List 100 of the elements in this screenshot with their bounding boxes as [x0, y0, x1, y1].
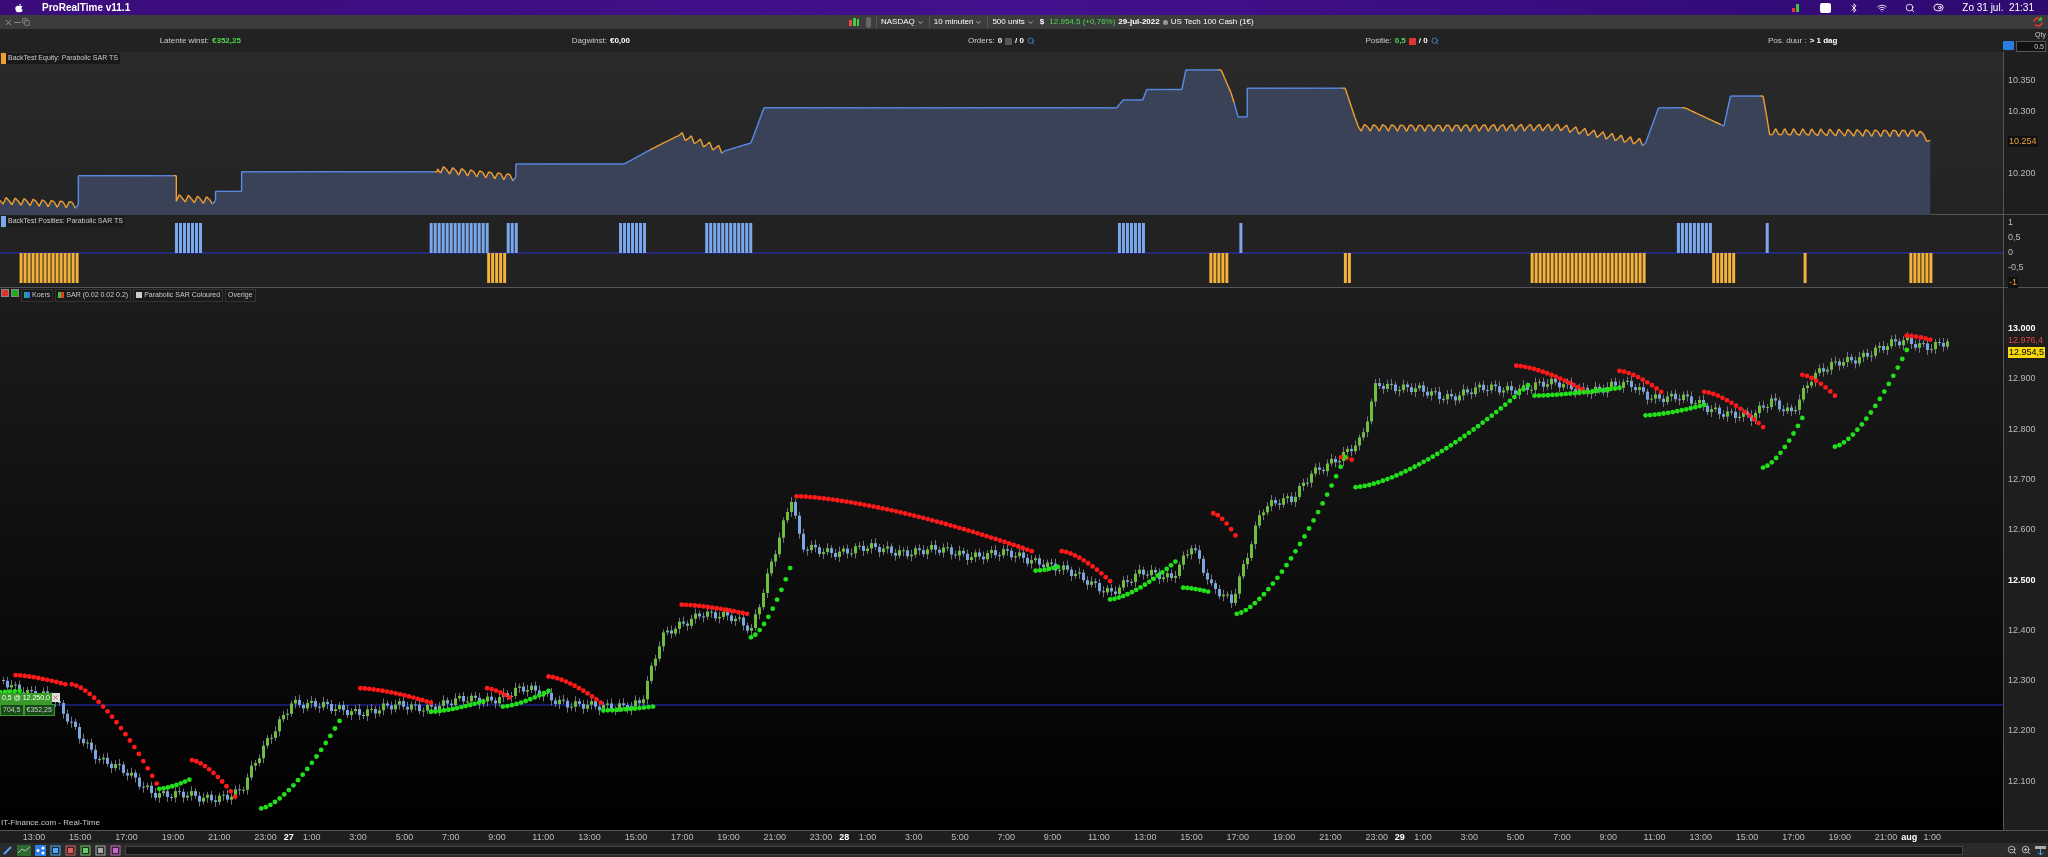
axis-label: 10.254 [2008, 136, 2038, 147]
time-axis-label: 7:00 [1553, 831, 1571, 844]
time-axis-label: 13:00 [22, 831, 46, 844]
time-axis-label: 9:00 [1043, 831, 1062, 844]
time-axis-label: 15:00 [624, 831, 648, 844]
time-axis-label: aug [1901, 831, 1918, 844]
instrument-name: US Tech 100 Cash (1€) [1170, 16, 1254, 28]
axis-label: 12.600 [2008, 524, 2036, 536]
time-axis-label: 5:00 [1506, 831, 1525, 844]
candle-chart-icon[interactable] [848, 17, 860, 27]
app-name[interactable]: ProRealTime v11.1 [42, 0, 131, 15]
axis-label: 12.700 [2008, 473, 2036, 485]
info-value: 0 [997, 35, 1003, 47]
axis-label: 13.000 [2008, 323, 2036, 334]
axis-label: -1 [2008, 277, 2018, 288]
time-axis-label: 9:00 [1599, 831, 1617, 844]
axis-label: 12.500 [2008, 574, 2036, 586]
time-axis-label: 1:00 [858, 831, 877, 844]
time-axis-label: 19:00 [1272, 831, 1296, 844]
time-axis-label: 15:00 [1735, 831, 1759, 844]
time-axis-label: 27 [283, 831, 294, 844]
time-axis-label: 19:00 [1828, 831, 1851, 844]
time-axis-label: 21:00 [1319, 831, 1342, 844]
axis-label: 12.976,4 [2008, 335, 2044, 346]
info-label: Dagwinst: [571, 35, 607, 47]
time-axis-label: 3:00 [349, 831, 367, 844]
axis-label: 10.200 [2008, 168, 2036, 179]
chart-type-icon[interactable] [17, 844, 31, 856]
time-axis-label: 11:00 [1643, 831, 1666, 844]
info-value: €352,25 [212, 35, 241, 47]
download-icon[interactable] [2035, 844, 2046, 856]
time-axis-label: 17:00 [115, 831, 138, 844]
time-axis-label: 23:00 [809, 831, 833, 844]
toolbar-icon[interactable] [65, 844, 76, 856]
time-axis-label: 23:00 [1365, 831, 1388, 844]
axis-label: 10.300 [2008, 106, 2036, 117]
time-axis-label: 21:00 [763, 831, 787, 844]
toolbar-icon[interactable] [50, 844, 61, 856]
axis-label: 12.400 [2008, 624, 2036, 636]
time-axis-label: 15:00 [1180, 831, 1203, 844]
search-icon[interactable] [1430, 37, 1439, 45]
axis-label: 12.900 [2008, 373, 2036, 385]
axis-label: 12.954,5 [2008, 347, 2046, 358]
info-label: Orders: [967, 35, 995, 47]
toolbar-icon[interactable] [95, 844, 106, 856]
time-axis-label: 1:00 [1923, 831, 1942, 844]
zoom-out-icon[interactable] [2007, 845, 2017, 855]
search-icon[interactable] [1027, 37, 1035, 45]
time-axis-label: 28 [839, 831, 850, 844]
axis-label: 12.300 [2008, 675, 2036, 687]
refresh-icon[interactable] [2032, 16, 2044, 28]
dropdown-button[interactable]: NASDAQ [876, 16, 924, 28]
time-axis-label: 1:00 [1414, 831, 1432, 844]
menu-clock: Zo 31 jul. 21:31 [1962, 1, 2034, 15]
drawing-tool-icon[interactable] [2, 844, 13, 856]
currency-label: $ [1039, 16, 1045, 28]
zoom-in-icon[interactable] [2021, 845, 2031, 855]
time-axis-label: 9:00 [488, 831, 506, 844]
toolbar-icon[interactable] [110, 844, 121, 856]
close-icon[interactable] [4, 17, 13, 27]
axis-label: 12.800 [2008, 423, 2036, 435]
time-axis-label: 17:00 [1226, 831, 1250, 844]
time-axis-label: 7:00 [441, 831, 460, 844]
data-source-label: IT-Finance.com - Real-Time [1, 817, 100, 829]
time-axis-label: 5:00 [951, 831, 969, 844]
time-axis-label: 15:00 [69, 831, 92, 844]
keyboard-icon[interactable] [2003, 40, 2014, 50]
axis-label: 12.200 [2008, 725, 2036, 737]
restore-icon[interactable] [22, 18, 30, 26]
time-axis-label: 29 [1394, 831, 1405, 844]
axis-label: 10.350 [2008, 75, 2036, 86]
time-axis-label: 17:00 [670, 831, 694, 844]
time-axis-label: 11:00 [1087, 831, 1110, 844]
caret-icon [975, 18, 983, 26]
time-axis-label: 1:00 [303, 831, 321, 844]
info-extra: / 0 [1015, 35, 1024, 47]
scrollbar[interactable] [125, 845, 1963, 855]
caret-icon [916, 18, 924, 26]
price-date: 29-jul-2022 [1118, 16, 1160, 28]
info-label: Positie: [1365, 35, 1392, 47]
info-label: Pos. duur : [1767, 35, 1807, 47]
info-value: 0,5 [1394, 35, 1406, 47]
info-value: > 1 dag [1809, 35, 1838, 47]
share-icon[interactable] [35, 844, 46, 856]
time-axis-label: 13:00 [578, 831, 601, 844]
time-axis-label: 17:00 [1782, 831, 1805, 844]
control-center-icon[interactable] [1933, 2, 1945, 13]
dropdown-button[interactable]: 10 minuten [928, 16, 983, 28]
search-icon[interactable] [1905, 2, 1916, 13]
info-label: Latente winst: [159, 35, 209, 47]
bluetooth-icon[interactable] [1849, 2, 1860, 13]
time-axis-label: 19:00 [161, 831, 185, 844]
last-price: 12.954,5 (+0,76%) [1049, 16, 1116, 28]
time-axis-label: 13:00 [1133, 831, 1157, 844]
time-axis-label: 13:00 [1689, 831, 1713, 844]
wifi-icon[interactable] [1877, 2, 1888, 13]
dropdown-button[interactable]: 500 units [987, 16, 1034, 28]
axis-label: 0 [2008, 247, 2013, 258]
apple-icon[interactable] [14, 2, 24, 13]
toolbar-icon[interactable] [80, 844, 91, 856]
